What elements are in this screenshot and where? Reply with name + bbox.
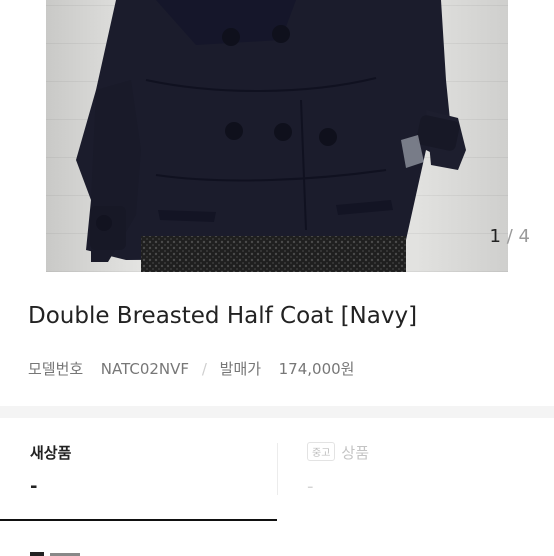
tab-used-label-group: 중고 상품 <box>307 442 369 463</box>
product-photo[interactable] <box>46 0 508 272</box>
tab-new-label: 새상품 <box>30 444 72 462</box>
model-number-value: NATC02NVF <box>100 360 190 378</box>
product-meta: 모델번호 NATC02NVF / 발매가 174,000원 <box>28 358 354 379</box>
section-separator <box>0 406 554 418</box>
next-section-cutoff <box>30 552 80 556</box>
current-page: 1 <box>489 226 501 247</box>
tab-used-label: 상품 <box>341 444 370 462</box>
page-separator: / <box>506 226 513 247</box>
active-tab-indicator <box>0 519 277 521</box>
tab-new-price: - <box>30 476 38 497</box>
tab-used-price: - <box>307 476 314 497</box>
tab-used-product[interactable]: 중고 상품 - <box>277 418 554 522</box>
tab-new-product[interactable]: 새상품 - <box>0 418 277 522</box>
release-price-label: 발매가 <box>219 360 262 378</box>
gallery-page-indicator: 1 / 4 <box>490 226 530 247</box>
release-price-value: 174,000원 <box>278 360 355 378</box>
meta-divider: / <box>201 360 207 378</box>
product-image-gallery[interactable]: 1 / 4 <box>0 0 554 272</box>
total-pages: 4 <box>518 226 530 247</box>
model-number-label: 모델번호 <box>28 360 84 378</box>
used-badge: 중고 <box>307 442 336 461</box>
product-title: Double Breasted Half Coat [Navy] <box>28 303 418 329</box>
